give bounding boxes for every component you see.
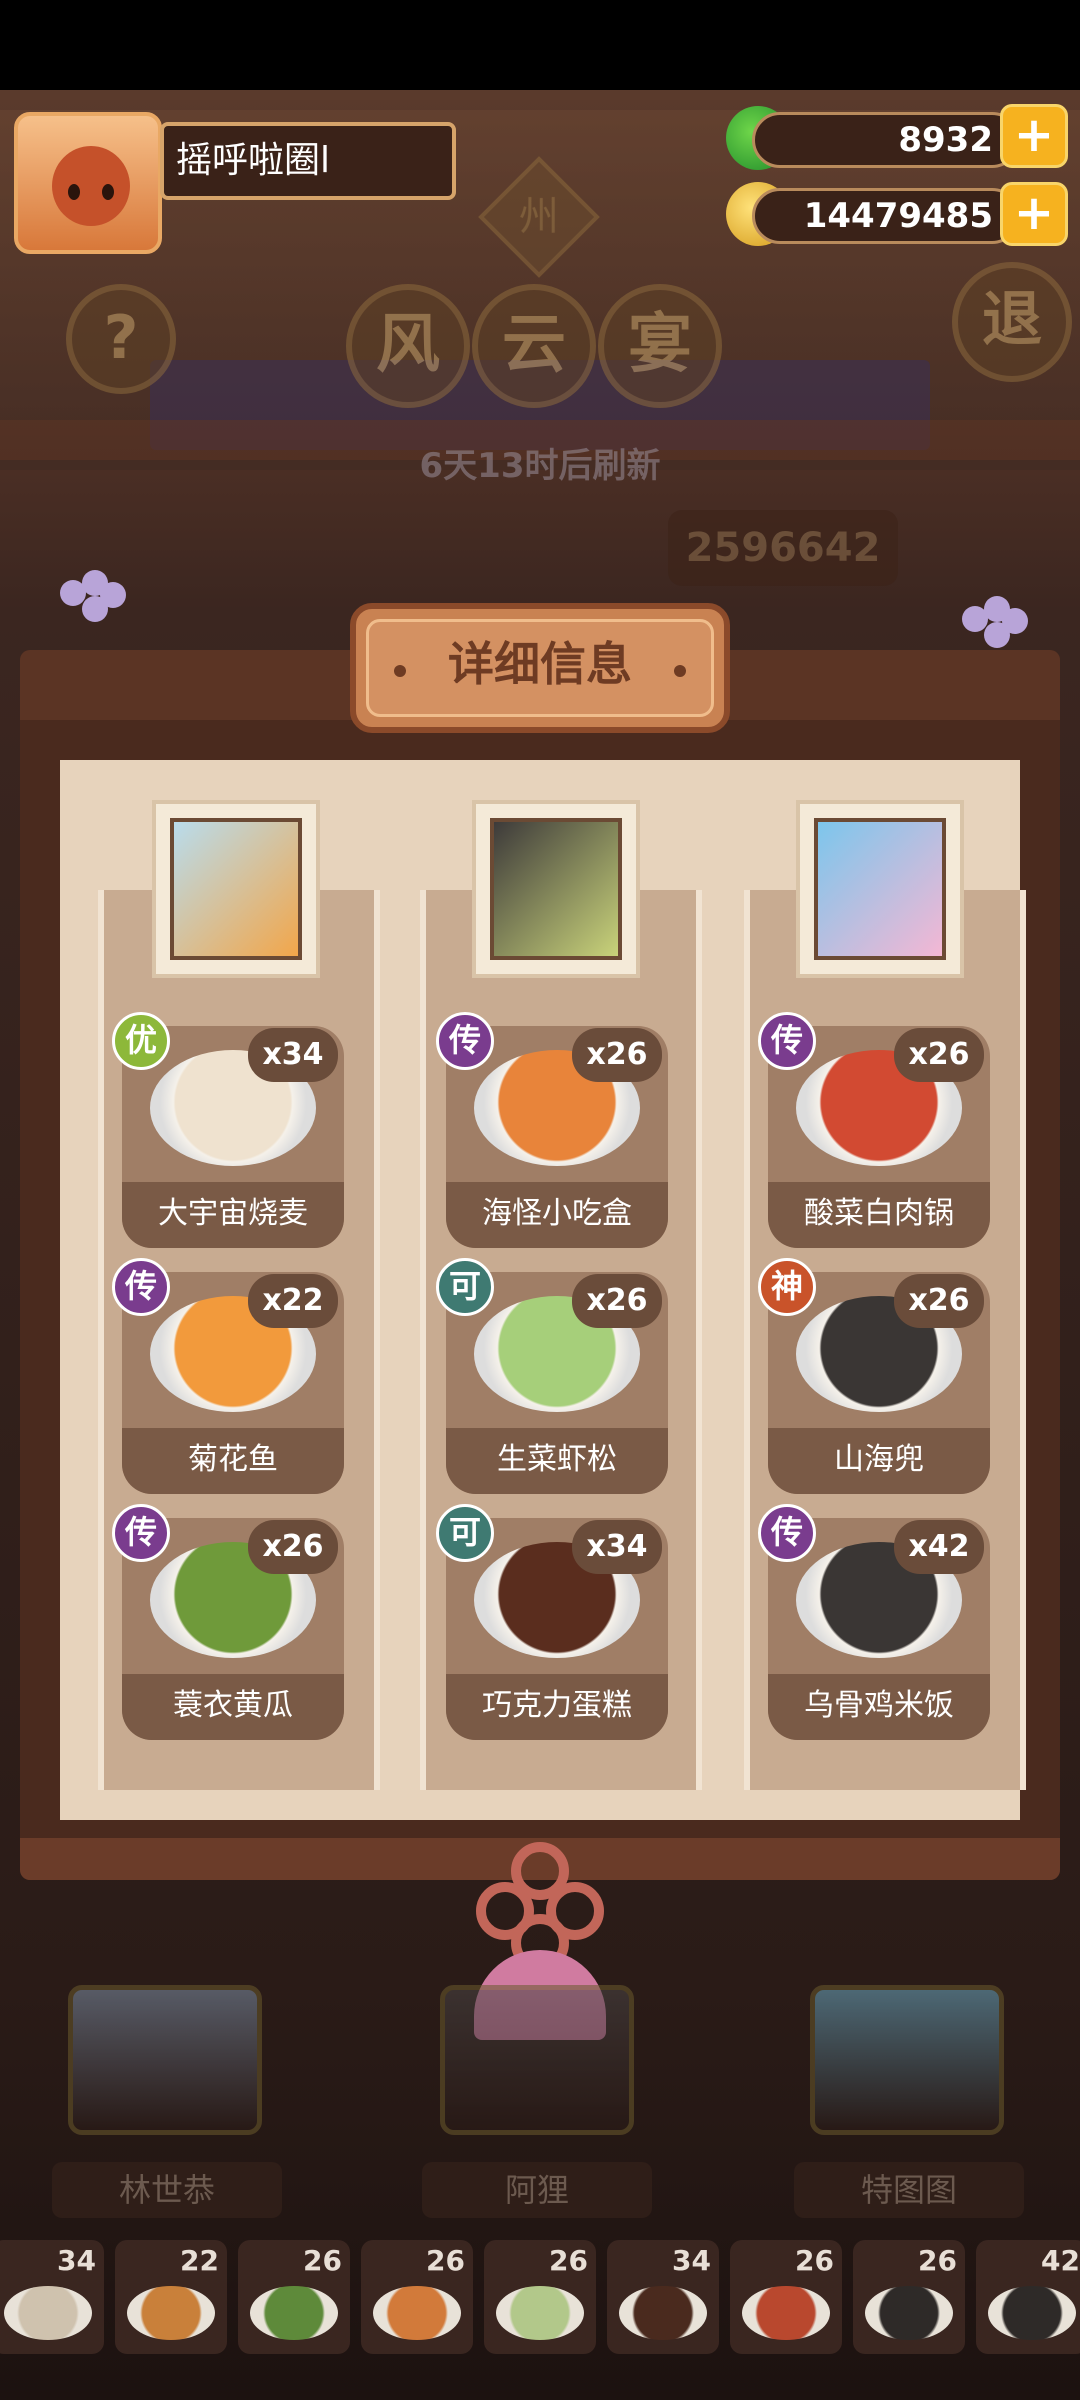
strip-dish-count: 22 [180, 2244, 219, 2277]
chef-portrait-image [490, 818, 622, 960]
hero-name: 特图图 [794, 2162, 1024, 2218]
strip-dish-image [250, 2286, 338, 2340]
coin-count: 14479485 [752, 188, 1020, 244]
strip-dish-image [988, 2286, 1076, 2340]
strip-dish-slot[interactable]: 26 [730, 2240, 842, 2354]
dish-count: x26 [894, 1274, 984, 1328]
strip-dish-slot[interactable]: 26 [238, 2240, 350, 2354]
rarity-badge: 传 [112, 1258, 170, 1316]
rarity-badge: 传 [112, 1504, 170, 1562]
dish-count: x26 [572, 1274, 662, 1328]
chef-portrait [796, 800, 964, 978]
strip-dish-count: 26 [549, 2244, 588, 2277]
strip-dish-slot[interactable]: 34 [0, 2240, 104, 2354]
add-coins-button[interactable]: + [1000, 182, 1068, 246]
dish-name: 山海兜 [768, 1428, 990, 1494]
strip-dish-image [373, 2286, 461, 2340]
dish-card[interactable]: 可 x26 生菜虾松 [436, 1258, 668, 1494]
strip-dish-count: 26 [426, 2244, 465, 2277]
strip-dish-count: 42 [1041, 2244, 1080, 2277]
dish-name: 蓑衣黄瓜 [122, 1674, 344, 1740]
hero-card[interactable] [810, 1985, 1004, 2135]
add-jade-button[interactable]: + [1000, 104, 1068, 168]
strip-dish-count: 34 [672, 2244, 711, 2277]
refresh-timer: 6天13时后刷新 [419, 446, 661, 486]
rarity-badge: 优 [112, 1012, 170, 1070]
dish-card[interactable]: 传 x22 菊花鱼 [112, 1258, 344, 1494]
flower-decoration [60, 570, 126, 630]
chef-portrait [472, 800, 640, 978]
title-dot [394, 665, 406, 677]
hero-name: 阿狸 [422, 2162, 652, 2218]
dish-name: 菊花鱼 [122, 1428, 344, 1494]
rarity-badge: 神 [758, 1258, 816, 1316]
strip-dish-count: 34 [57, 2244, 96, 2277]
dish-count: x34 [572, 1520, 662, 1574]
dish-card[interactable]: 传 x26 酸菜白肉锅 [758, 1012, 990, 1248]
dish-count: x26 [572, 1028, 662, 1082]
strip-dish-slot[interactable]: 42 [976, 2240, 1080, 2354]
strip-dish-slot[interactable]: 26 [484, 2240, 596, 2354]
hero-card[interactable] [68, 1985, 262, 2135]
strip-dish-count: 26 [795, 2244, 834, 2277]
strip-dish-slot[interactable]: 26 [853, 2240, 965, 2354]
strip-dish-count: 26 [303, 2244, 342, 2277]
strip-dish-count: 26 [918, 2244, 957, 2277]
avatar-face [52, 146, 130, 226]
chef-portrait [152, 800, 320, 978]
player-avatar[interactable] [14, 112, 162, 254]
strip-dish-slot[interactable]: 34 [607, 2240, 719, 2354]
player-name: 摇呼啦圈l [160, 122, 456, 200]
jade-count: 8932 [752, 112, 1020, 168]
rarity-badge: 可 [436, 1504, 494, 1562]
dish-count: x22 [248, 1274, 338, 1328]
hero-card[interactable] [440, 1985, 634, 2135]
dish-name: 乌骨鸡米饭 [768, 1674, 990, 1740]
strip-dish-image [865, 2286, 953, 2340]
flower-decoration [962, 596, 1028, 656]
dish-card[interactable]: 神 x26 山海兜 [758, 1258, 990, 1494]
rarity-badge: 传 [758, 1504, 816, 1562]
strip-dish-image [496, 2286, 584, 2340]
panel-title: 详细信息 [366, 619, 714, 717]
strip-dish-image [742, 2286, 830, 2340]
dish-count: x42 [894, 1520, 984, 1574]
dish-count: x26 [894, 1028, 984, 1082]
rarity-badge: 传 [758, 1012, 816, 1070]
chef-portrait-image [814, 818, 946, 960]
dish-card[interactable]: 可 x34 巧克力蛋糕 [436, 1504, 668, 1740]
dish-name: 巧克力蛋糕 [446, 1674, 668, 1740]
title-char-3: 宴 [598, 284, 722, 408]
dish-name: 大宇宙烧麦 [122, 1182, 344, 1248]
help-button[interactable]: ? [66, 284, 176, 394]
chef-portrait-image [170, 818, 302, 960]
status-bar [0, 0, 1080, 90]
strip-dish-image [4, 2286, 92, 2340]
hero-name: 林世恭 [52, 2162, 282, 2218]
exit-button[interactable]: 退 [952, 262, 1072, 382]
strip-dish-image [127, 2286, 215, 2340]
title-char-2: 云 [472, 284, 596, 408]
strip-dish-slot[interactable]: 26 [361, 2240, 473, 2354]
rarity-badge: 可 [436, 1258, 494, 1316]
rarity-badge: 传 [436, 1012, 494, 1070]
dish-name: 酸菜白肉锅 [768, 1182, 990, 1248]
score-display: 2596642 [668, 510, 898, 586]
dish-name: 生菜虾松 [446, 1428, 668, 1494]
dish-card[interactable]: 传 x26 蓑衣黄瓜 [112, 1504, 344, 1740]
avatar-eye [68, 184, 80, 200]
avatar-eye [102, 184, 114, 200]
dish-count: x26 [248, 1520, 338, 1574]
strip-dish-slot[interactable]: 22 [115, 2240, 227, 2354]
dish-card[interactable]: 传 x42 乌骨鸡米饭 [758, 1504, 990, 1740]
panel-title-plate: 详细信息 [350, 603, 730, 733]
strip-dish-image [619, 2286, 707, 2340]
title-dot [674, 665, 686, 677]
title-char-1: 风 [346, 284, 470, 408]
dish-card[interactable]: 传 x26 海怪小吃盒 [436, 1012, 668, 1248]
dish-name: 海怪小吃盒 [446, 1182, 668, 1248]
dish-count: x34 [248, 1028, 338, 1082]
dish-card[interactable]: 优 x34 大宇宙烧麦 [112, 1012, 344, 1248]
